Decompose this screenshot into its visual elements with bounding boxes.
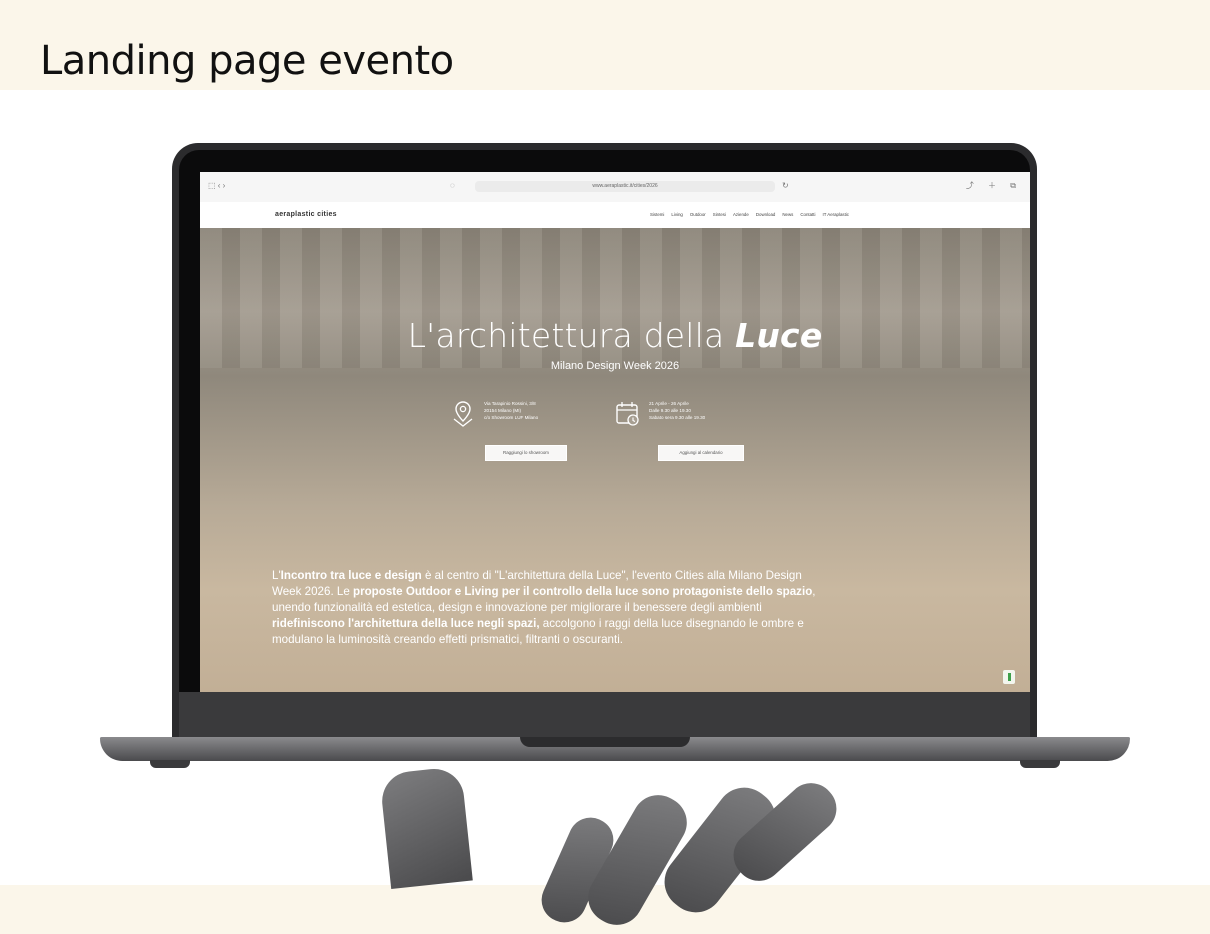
- browser-toolbar: ⬚ ‹ › ◌ www.aeraplastic.it/cities/2026 ↻…: [200, 172, 1030, 203]
- date-info: 21 Aprile - 26 Aprile Dalle 9.30 alle 19…: [615, 400, 739, 428]
- nav-link[interactable]: Outdoor: [690, 212, 706, 217]
- chat-widget-button[interactable]: [1003, 670, 1015, 684]
- date-line: 21 Aprile - 26 Aprile: [649, 401, 689, 406]
- hero-title: L'architettura della Luce: [200, 316, 1030, 355]
- calendar-clock-icon: [616, 402, 639, 426]
- laptop-opening-notch: [520, 737, 690, 747]
- intro-emphasis: proposte Outdoor e Living per il control…: [353, 585, 813, 598]
- intro-emphasis: ridefiniscono l'architettura della luce …: [272, 617, 540, 630]
- address-bar[interactable]: www.aeraplastic.it/cities/2026: [475, 181, 775, 192]
- nav-link[interactable]: IT Aeraplastic: [822, 212, 849, 217]
- shield-icon: ◌: [450, 181, 455, 190]
- intro-text: L': [272, 569, 281, 582]
- nav-link[interactable]: Aziende: [733, 212, 749, 217]
- location-line: c/o Showroom LUF Milano: [484, 415, 539, 420]
- intro-paragraph: L'Incontro tra luce e design è al centro…: [272, 568, 832, 648]
- nav-link[interactable]: Sistemi: [650, 212, 664, 217]
- browser-toolbar-icons[interactable]: ⤴ ＋ ⧉: [966, 180, 1022, 191]
- site-nav: Sistemi Living Outdoor Sintesi Aziende D…: [650, 212, 849, 217]
- reload-icon[interactable]: ↻: [782, 181, 789, 190]
- date-line: Dalle 9.30 alle 19.30: [649, 408, 691, 413]
- nav-link[interactable]: Download: [756, 212, 776, 217]
- location-line: 20154 Milano (MI): [484, 408, 522, 413]
- laptop-foot: [1020, 760, 1060, 768]
- hand-left: [379, 766, 473, 889]
- intro-emphasis: Incontro tra luce e design: [280, 569, 422, 582]
- browser-nav-controls[interactable]: ⬚ ‹ ›: [208, 181, 225, 190]
- nav-link[interactable]: Contatti: [800, 212, 815, 217]
- laptop-chin: [179, 692, 1030, 737]
- nav-link[interactable]: News: [782, 212, 793, 217]
- page-title: Landing page evento: [40, 38, 454, 84]
- location-pin-icon: [453, 401, 473, 427]
- hero-title-prefix: L'architettura della: [407, 316, 736, 355]
- location-text: Via Tarapinio Rossini, 3/8 20154 Milano …: [484, 400, 574, 421]
- add-to-calendar-button[interactable]: Aggiungi al calendario: [658, 445, 744, 461]
- hero-section: L'architettura della Luce Milano Design …: [200, 228, 1030, 692]
- nav-link[interactable]: Living: [671, 212, 682, 217]
- site-logo[interactable]: aeraplastic cities: [275, 211, 337, 218]
- date-text: 21 Aprile - 26 Aprile Dalle 9.30 alle 19…: [649, 400, 739, 421]
- location-line: Via Tarapinio Rossini, 3/8: [484, 401, 536, 406]
- location-info: Via Tarapinio Rossini, 3/8 20154 Milano …: [450, 400, 574, 428]
- laptop-screen: ⬚ ‹ › ◌ www.aeraplastic.it/cities/2026 ↻…: [200, 172, 1030, 692]
- chat-widget-icon: [1008, 673, 1011, 681]
- hero-subtitle: Milano Design Week 2026: [550, 360, 680, 372]
- date-line: Sabato sera 9.30 alle 19.30: [649, 415, 706, 420]
- hero-title-emphasis: Luce: [735, 316, 823, 355]
- reach-showroom-button[interactable]: Raggiungi lo showroom: [485, 445, 567, 461]
- site-header: aeraplastic cities Sistemi Living Outdoo…: [200, 202, 1030, 228]
- laptop-foot: [150, 760, 190, 768]
- nav-link[interactable]: Sintesi: [713, 212, 726, 217]
